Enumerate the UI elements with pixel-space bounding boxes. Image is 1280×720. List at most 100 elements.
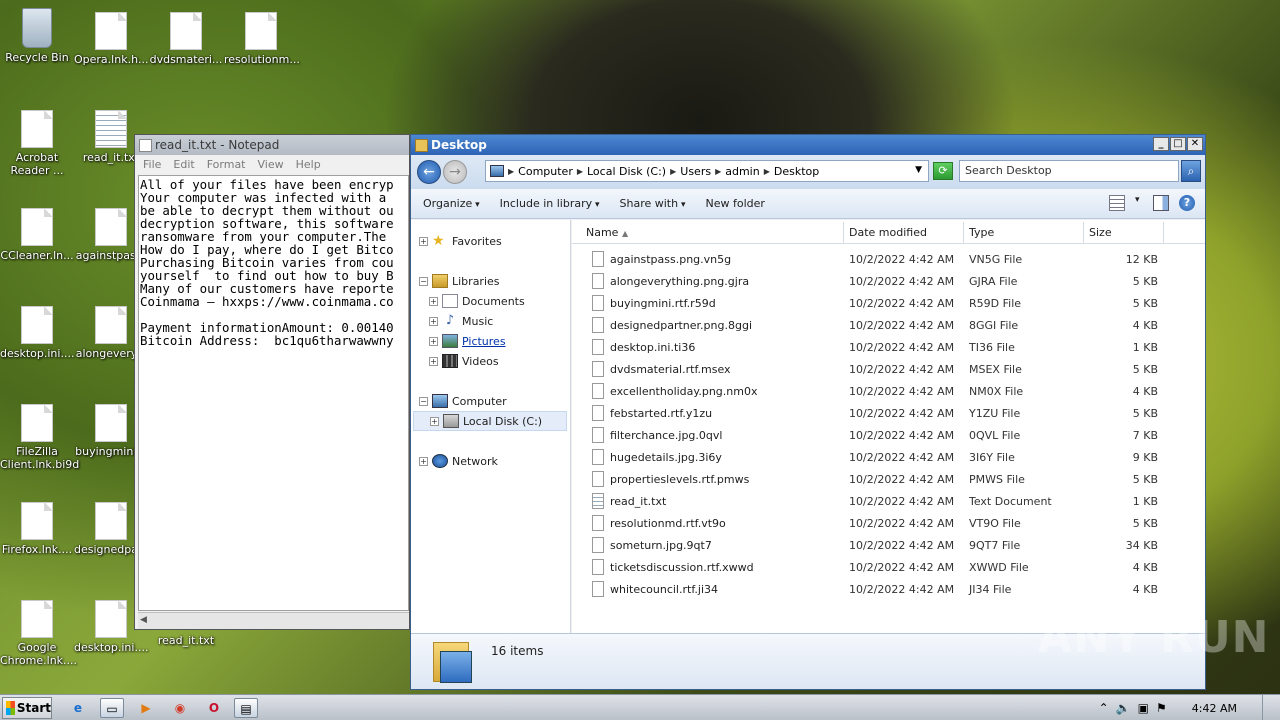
table-row[interactable]: againstpass.png.vn5g 10/2/2022 4:42 AM VN5… [572, 248, 1205, 270]
expand-icon[interactable]: + [429, 356, 438, 366]
address-bar[interactable]: ▶ Computer ▶ Local Disk (C:) ▶ Users ▶ a… [485, 160, 929, 182]
column-name[interactable]: Name ▲ [572, 222, 844, 244]
nav-documents[interactable]: + Documents [429, 292, 525, 310]
table-row[interactable]: desktop.ini.ti36 10/2/2022 4:42 AM TI36 Fi… [572, 336, 1205, 358]
opera-icon[interactable]: O [202, 698, 226, 718]
nav-computer[interactable]: − Computer [419, 392, 507, 410]
start-button[interactable]: Start [2, 697, 52, 719]
forward-button[interactable]: → [443, 160, 467, 184]
expand-icon[interactable]: + [419, 236, 428, 246]
include-in-library-button[interactable]: Include in library [500, 197, 600, 210]
nav-local-disk[interactable]: + Local Disk (C:) [413, 411, 567, 431]
desktop-file-icon[interactable]: Opera.lnk.h... [74, 12, 149, 66]
desktop-file-icon[interactable]: dvdsmateri... [149, 12, 223, 66]
table-row[interactable]: whitecouncil.rtf.ji34 10/2/2022 4:42 AM JI… [572, 578, 1205, 600]
table-row[interactable]: alongeverything.png.gjra 10/2/2022 4:42 A… [572, 270, 1205, 292]
file-name: read_it.txt [610, 494, 667, 508]
desktop-file-icon[interactable]: read_it.txt [149, 634, 223, 647]
table-row[interactable]: someturn.jpg.9qt7 10/2/2022 4:42 AM 9QT7 F… [572, 534, 1205, 556]
nav-network[interactable]: + Network [419, 452, 498, 470]
expand-icon[interactable]: + [430, 416, 439, 426]
expand-icon[interactable]: + [419, 456, 428, 466]
search-icon[interactable]: ⌕ [1181, 160, 1201, 182]
action-center-flag-icon[interactable]: ⚑ [1156, 701, 1167, 715]
network-status-icon[interactable]: ▣ [1138, 701, 1149, 715]
nav-music[interactable]: + ♪ Music [429, 312, 493, 330]
explorer-window[interactable]: Desktop _ □ ✕ ← → ▶ Computer ▶ Local Dis… [410, 134, 1206, 690]
table-row[interactable]: filterchance.jpg.0qvl 10/2/2022 4:42 AM 0Q… [572, 424, 1205, 446]
table-row[interactable]: ticketsdiscussion.rtf.xwwd 10/2/2022 4:42… [572, 556, 1205, 578]
expand-icon[interactable]: + [429, 336, 438, 346]
table-row[interactable]: propertieslevels.rtf.pmws 10/2/2022 4:42 … [572, 468, 1205, 490]
table-row[interactable]: dvdsmaterial.rtf.msex 10/2/2022 4:42 AM MS… [572, 358, 1205, 380]
maximize-button[interactable]: □ [1170, 137, 1186, 151]
desktop-file-icon[interactable]: resolutionm... [224, 12, 300, 66]
breadcrumb-users[interactable]: Users [680, 165, 711, 178]
explorer-taskbar-icon[interactable]: ▭ [100, 698, 124, 718]
back-button[interactable]: ← [417, 160, 441, 184]
desktop-file-icon[interactable]: Google Chrome.lnk.... [0, 600, 77, 667]
search-input[interactable]: Search Desktop [959, 160, 1179, 182]
breadcrumb-admin[interactable]: admin [725, 165, 759, 178]
recycle-bin-icon[interactable]: Recycle Bin [0, 8, 74, 64]
organize-button[interactable]: Organize [423, 197, 480, 210]
menu-format[interactable]: Format [207, 158, 246, 171]
media-player-icon[interactable]: ▶ [134, 698, 158, 718]
notepad-titlebar[interactable]: read_it.txt - Notepad [135, 135, 409, 155]
collapse-icon[interactable]: − [419, 276, 428, 286]
menu-help[interactable]: Help [296, 158, 321, 171]
desktop-file-icon[interactable]: CCleaner.ln... [0, 208, 74, 262]
desktop-file-icon[interactable]: desktop.ini.... [0, 306, 74, 360]
breadcrumb-computer[interactable]: Computer [518, 165, 573, 178]
table-row[interactable]: hugedetails.jpg.3i6y 10/2/2022 4:42 AM 3I6… [572, 446, 1205, 468]
table-row[interactable]: designedpartner.png.8ggi 10/2/2022 4:42 A… [572, 314, 1205, 336]
desktop-file-icon[interactable]: Acrobat Reader ... [0, 110, 74, 177]
column-size[interactable]: Size [1084, 222, 1164, 244]
refresh-button[interactable]: ⟳ [933, 162, 953, 180]
minimize-button[interactable]: _ [1153, 137, 1169, 151]
explorer-titlebar[interactable]: Desktop _ □ ✕ [411, 135, 1205, 155]
expand-icon[interactable]: + [429, 296, 438, 306]
chevron-down-icon[interactable]: ▾ [1135, 195, 1143, 211]
horizontal-scrollbar[interactable] [138, 612, 409, 629]
internet-explorer-icon[interactable]: e [66, 698, 90, 718]
column-date[interactable]: Date modified [844, 222, 964, 244]
share-with-button[interactable]: Share with [620, 197, 686, 210]
desktop-file-icon[interactable]: FileZilla Client.lnk.bi9d [0, 404, 79, 471]
menu-view[interactable]: View [258, 158, 284, 171]
table-row[interactable]: buyingmini.rtf.r59d 10/2/2022 4:42 AM R59D… [572, 292, 1205, 314]
menu-edit[interactable]: Edit [173, 158, 194, 171]
nav-libraries[interactable]: − Libraries [419, 272, 500, 290]
file-icon [592, 361, 604, 377]
desktop-file-icon[interactable]: Firefox.lnk.... [0, 502, 74, 556]
column-type[interactable]: Type [964, 222, 1084, 244]
chrome-icon[interactable]: ◉ [168, 698, 192, 718]
nav-videos[interactable]: + Videos [429, 352, 499, 370]
breadcrumb-desktop[interactable]: Desktop [774, 165, 819, 178]
preview-pane-icon[interactable] [1153, 195, 1169, 211]
notepad-taskbar-icon[interactable]: ▤ [234, 698, 258, 718]
change-view-icon[interactable] [1109, 195, 1125, 211]
table-row[interactable]: resolutionmd.rtf.vt9o 10/2/2022 4:42 AM VT… [572, 512, 1205, 534]
volume-icon[interactable]: 🔈 [1116, 701, 1131, 715]
collapse-icon[interactable]: − [419, 396, 428, 406]
clock[interactable]: 4:42 AM [1192, 702, 1237, 715]
notepad-window[interactable]: read_it.txt - Notepad File Edit Format V… [134, 134, 410, 630]
help-icon[interactable]: ? [1179, 195, 1195, 211]
show-hidden-icons-icon[interactable]: ⌃ [1099, 701, 1109, 715]
nav-pictures[interactable]: + Pictures [429, 332, 506, 350]
breadcrumb-local-disk[interactable]: Local Disk (C:) [587, 165, 666, 178]
table-row[interactable]: excellentholiday.png.nm0x 10/2/2022 4:42 … [572, 380, 1205, 402]
table-row[interactable]: read_it.txt 10/2/2022 4:42 AM Text Documen… [572, 490, 1205, 512]
file-size: 5 KB [1132, 362, 1158, 376]
close-button[interactable]: ✕ [1187, 137, 1203, 151]
nav-favorites[interactable]: + ★ Favorites [419, 232, 502, 250]
file-date: 10/2/2022 4:42 AM [849, 340, 955, 354]
menu-file[interactable]: File [143, 158, 161, 171]
chevron-down-icon[interactable]: ▼ [915, 165, 922, 175]
expand-icon[interactable]: + [429, 316, 438, 326]
show-desktop-button[interactable] [1262, 695, 1272, 720]
table-row[interactable]: febstarted.rtf.y1zu 10/2/2022 4:42 AM Y1ZU… [572, 402, 1205, 424]
notepad-text-area[interactable]: All of your files have been encryp Your … [138, 175, 409, 611]
new-folder-button[interactable]: New folder [705, 197, 764, 210]
